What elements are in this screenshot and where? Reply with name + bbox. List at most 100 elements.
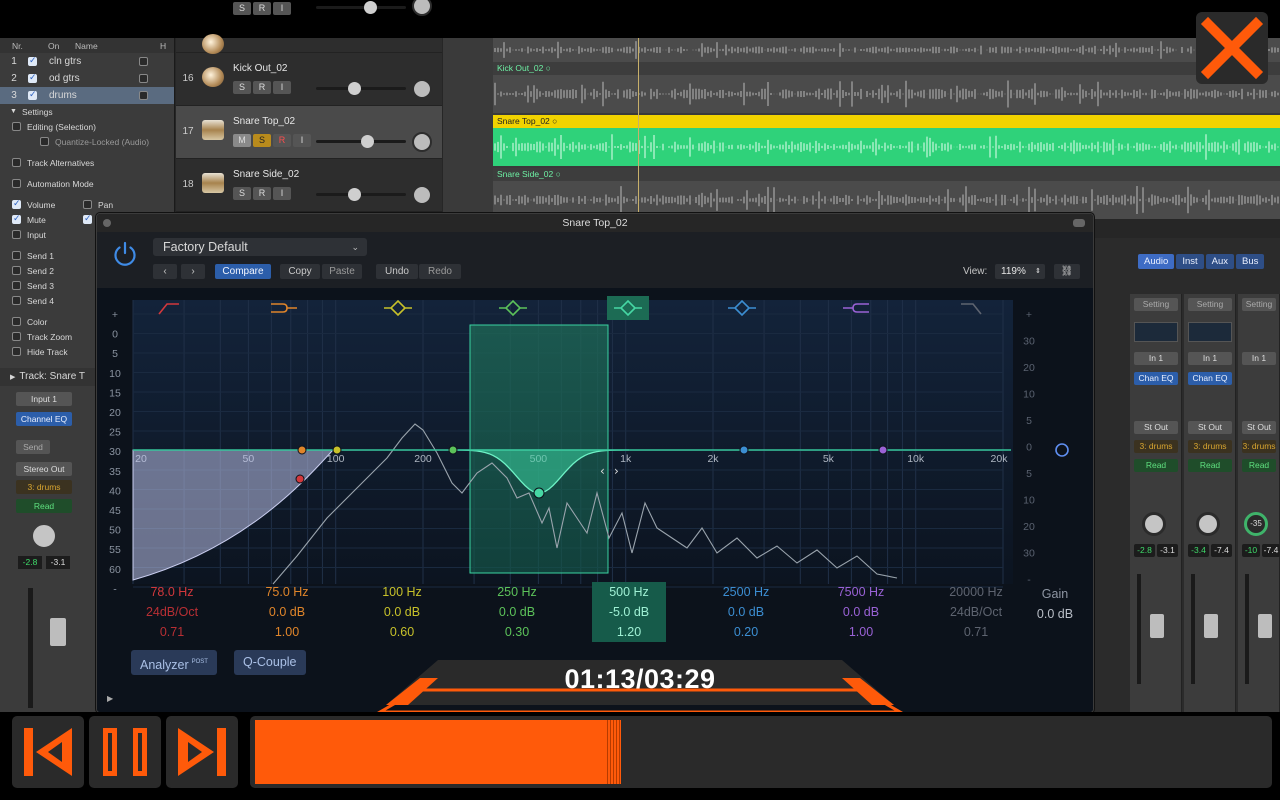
band-column[interactable]: 78.0 Hz 24dB/Oct 0.71 <box>135 582 209 642</box>
band-handle[interactable] <box>878 445 888 455</box>
solo-button[interactable]: S <box>233 81 251 94</box>
pause-button[interactable] <box>89 716 161 788</box>
group-slot[interactable]: 3: drums <box>1134 440 1178 453</box>
group-slot[interactable]: 3: drums <box>1188 440 1232 453</box>
playhead[interactable] <box>638 38 639 213</box>
band-freq[interactable]: 250 Hz <box>480 582 554 602</box>
audio-region[interactable]: Kick Out_02 ○ <box>493 62 1280 113</box>
mute-button[interactable]: M <box>233 134 251 147</box>
track-alternatives-option[interactable]: Track Alternatives <box>0 155 174 170</box>
track-inspector-header[interactable]: ▶ Track: Snare T <box>0 368 98 386</box>
band-handle[interactable] <box>332 445 342 455</box>
tab-aux[interactable]: Aux <box>1205 254 1234 269</box>
input-slot[interactable]: In 1 <box>1188 352 1232 365</box>
band-handle[interactable] <box>533 487 545 499</box>
editing-checkbox[interactable] <box>12 122 21 131</box>
group-row[interactable]: 3 drums <box>0 87 174 104</box>
window-close-dot[interactable] <box>103 219 111 227</box>
band-gain[interactable]: 0.0 dB <box>250 602 324 622</box>
track-alternatives-checkbox[interactable] <box>12 158 21 167</box>
pan-checkbox[interactable] <box>83 200 92 209</box>
previous-preset-button[interactable]: ‹ <box>153 264 177 279</box>
send3-checkbox[interactable] <box>12 281 21 290</box>
track-volume-slider[interactable] <box>316 82 406 95</box>
pan-knob[interactable] <box>30 522 58 550</box>
group-slot[interactable]: 3: drums <box>16 480 72 494</box>
band-freq[interactable]: 75.0 Hz <box>250 582 324 602</box>
band-column[interactable]: 250 Hz 0.0 dB 0.30 <box>480 582 554 642</box>
progress-handle[interactable] <box>605 720 621 784</box>
automation-read-button[interactable]: Read <box>1188 459 1232 472</box>
editing-option[interactable]: Editing (Selection) <box>0 119 174 134</box>
group-on-checkbox[interactable] <box>28 55 37 66</box>
band-column[interactable]: 500 Hz -5.0 dB 1.20 <box>592 582 666 642</box>
input-slot[interactable]: In 1 <box>1242 352 1276 365</box>
setting-button[interactable]: Setting <box>1134 298 1178 311</box>
track-row[interactable]: 18 Snare Side_02 SRI <box>176 159 442 212</box>
volume-fader[interactable] <box>1150 614 1164 638</box>
band-column[interactable]: 75.0 Hz 0.0 dB 1.00 <box>250 582 324 642</box>
output-slot[interactable]: St Out <box>1188 421 1232 434</box>
pan-knob[interactable] <box>1142 512 1166 536</box>
output-slot[interactable]: St Out <box>1134 421 1178 434</box>
record-button[interactable]: R <box>273 134 291 147</box>
preset-menu[interactable]: Factory Default ⌄ <box>153 238 367 256</box>
track-volume-slider[interactable] <box>316 188 406 201</box>
track-volume-slider[interactable] <box>316 135 406 148</box>
solo-checkbox[interactable] <box>83 213 92 224</box>
band-q[interactable]: 0.71 <box>939 622 1013 642</box>
eq-slot[interactable]: Chan EQ <box>1134 372 1178 385</box>
selected-band-region[interactable] <box>469 324 609 574</box>
volume-fader[interactable] <box>50 618 66 646</box>
input-monitor-button[interactable]: I <box>273 187 291 200</box>
power-icon[interactable] <box>111 240 139 268</box>
send2-checkbox[interactable] <box>12 266 21 275</box>
group-on-checkbox[interactable] <box>28 72 37 83</box>
paste-button[interactable]: Paste <box>322 264 362 279</box>
undo-button[interactable]: Undo <box>376 264 418 279</box>
volume-option[interactable]: Volume Pan <box>0 197 174 212</box>
automation-mode-option[interactable]: Automation Mode <box>0 176 174 191</box>
input-monitor-button[interactable]: I <box>273 2 291 15</box>
track-row-selected[interactable]: 17 Snare Top_02 MSRI <box>176 106 442 159</box>
output-slot[interactable]: St Out <box>1242 421 1276 434</box>
band-freq[interactable]: 500 Hz <box>592 582 666 602</box>
band-gain[interactable]: 0.0 dB <box>824 602 898 622</box>
band-column[interactable]: 7500 Hz 0.0 dB 1.00 <box>824 582 898 642</box>
band-gain[interactable]: 24dB/Oct <box>135 602 209 622</box>
band-column[interactable]: 20000 Hz 24dB/Oct 0.71 <box>939 582 1013 642</box>
group-hide-checkbox[interactable] <box>139 91 148 100</box>
band-q[interactable]: 0.60 <box>365 622 439 642</box>
pan-knob[interactable] <box>1196 512 1220 536</box>
band-q[interactable]: 1.00 <box>250 622 324 642</box>
record-button[interactable]: R <box>253 81 271 94</box>
pan-knob[interactable]: -35 <box>1244 512 1268 536</box>
settings-disclosure[interactable]: ▼ Settings <box>0 104 174 119</box>
band-freq[interactable]: 2500 Hz <box>709 582 783 602</box>
redo-button[interactable]: Redo <box>419 264 461 279</box>
track-volume-slider[interactable] <box>316 1 406 14</box>
track-zoom-checkbox[interactable] <box>12 332 21 341</box>
region-top[interactable] <box>493 38 1280 62</box>
link-button[interactable]: ⛓ <box>1054 264 1080 279</box>
view-zoom-stepper[interactable]: 119% ⇕ <box>995 264 1045 279</box>
audio-region-selected[interactable]: Snare Top_02 ○ <box>493 115 1280 166</box>
eq-thumbnail[interactable] <box>1134 322 1178 342</box>
group-row[interactable]: 1 cln gtrs <box>0 53 174 70</box>
next-preset-button[interactable]: › <box>181 264 205 279</box>
setting-button[interactable]: Setting <box>1188 298 1232 311</box>
record-button[interactable]: R <box>253 187 271 200</box>
automation-read-button[interactable]: Read <box>1134 459 1178 472</box>
band-column[interactable]: 100 Hz 0.0 dB 0.60 <box>365 582 439 642</box>
plugin-title-bar[interactable]: Snare Top_02 <box>97 214 1093 232</box>
send-slot[interactable]: Send <box>16 440 50 454</box>
band-q[interactable]: 0.30 <box>480 622 554 642</box>
output-gain[interactable]: Gain 0.0 dB <box>1027 584 1083 624</box>
tab-inst[interactable]: Inst <box>1176 254 1204 269</box>
band-gain[interactable]: -5.0 dB <box>592 602 666 622</box>
track-pan-knob[interactable] <box>412 132 432 152</box>
disclosure-right-icon[interactable]: ▶ <box>107 694 113 703</box>
skip-back-button[interactable] <box>12 716 84 788</box>
setting-button[interactable]: Setting <box>1242 298 1276 311</box>
band-gain[interactable]: 0.0 dB <box>709 602 783 622</box>
